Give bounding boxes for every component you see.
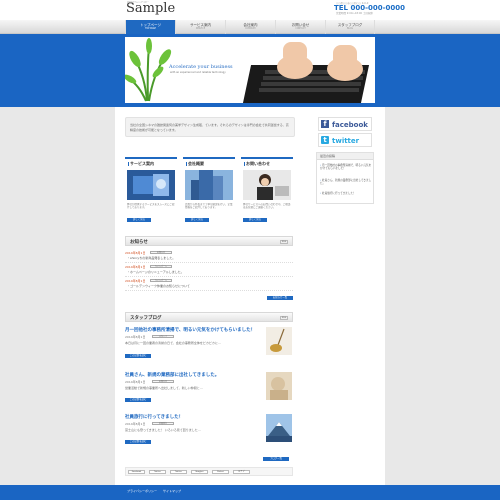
card-text: 品質から特長まで丁寧な確認を行い、企業情報をご紹介しております。 [185, 203, 233, 210]
nav-sub-label: CONTACT [295, 27, 306, 30]
card-service: サービス案内 弊社が提供するサービスをスムーズにご紹介しております。 詳しく見る [125, 157, 177, 223]
blog-post-excerpt: 営業活動で新規の事業所へ出社しまして、新しい仲間と… [125, 386, 203, 390]
share-twitter-follow-button[interactable]: Twitter [170, 470, 187, 474]
blog-post-title[interactable]: 月一回他社の事務所清掃で、明るい元気をかけてもらいました！ [125, 327, 255, 333]
blog-post-title[interactable]: 社員さん、新規の業務部に出社してきました。 [125, 372, 219, 378]
facebook-label: facebook [332, 121, 368, 129]
blog-post-thumbnail [266, 327, 292, 355]
recent-posts-box: 最近の投稿 月一回他社の事務所清掃で、明るい元気をかけてもらいました！ 社員さん… [316, 152, 374, 204]
recent-post-link[interactable]: 社員さん、新規の業務部に出社してきました。 [320, 179, 372, 186]
nav-item-contact[interactable]: お問い合せ CONTACT [275, 20, 325, 34]
intro-box: 当社の全国シネマの雑誌関連何の美学デザイン生成販、ています。それらのデザインは専… [125, 117, 295, 137]
blog-more-button[interactable]: ブログ一覧 [263, 457, 289, 461]
news-title: お知らせ [130, 240, 148, 245]
hero-subline: with an experienced and reliable technol… [170, 71, 226, 74]
news-rss-button[interactable]: RSS [280, 240, 288, 244]
share-google-button[interactable]: Google+ [191, 470, 208, 474]
share-twitter-button[interactable]: Twitter [149, 470, 166, 474]
share-facebook-button[interactable]: Facebook [128, 470, 145, 474]
blog-post-thumbnail [266, 372, 292, 400]
card-text: 弊社サービスへのお問い合わせや、ご相談はお気軽にご連絡ください。 [243, 203, 291, 210]
card-contact: お問い合わせ 弊社サービスへのお問い合わせや、ご相談はお気軽にご連絡ください。 … [241, 157, 293, 223]
nav-sub-label: TOP PAGE [145, 27, 156, 30]
card-detail-button[interactable]: 詳しく見る [185, 218, 209, 222]
news-category: キャンペーン [150, 265, 172, 268]
blog-post-category: 社員旅行 [152, 422, 174, 425]
news-category: お知らせ [150, 251, 172, 254]
hero-banner: Accelerate your business with an experie… [125, 37, 375, 103]
nav-item-blog[interactable]: スタッフブログ BLOG [325, 20, 375, 34]
recent-posts-title: 最近の投稿 [317, 153, 373, 160]
blog-post-excerpt: 本日は月に一回の業者の清掃の日で、会社の事務所全体をピカピカに… [125, 341, 221, 345]
card-title: サービス案内 [130, 161, 154, 166]
card-detail-button[interactable]: 詳しく見る [243, 218, 267, 222]
news-divider [125, 290, 293, 291]
news-date: 2014年8月1日 [125, 251, 146, 255]
blog-read-button[interactable]: この記事を読む [125, 398, 151, 402]
news-more-button[interactable]: お知らせ一覧 [267, 296, 293, 300]
nav-sub-label: SERVICE [195, 27, 206, 30]
footer-privacy-link[interactable]: プライバシーポリシー [127, 489, 157, 493]
twitter-label: twitter [332, 137, 360, 145]
nav-item-service[interactable]: サービス案内 SERVICE [175, 20, 225, 34]
card-title: 会社概要 [188, 161, 204, 166]
blog-rss-button[interactable]: RSS [280, 316, 288, 320]
hero-image [125, 37, 375, 103]
nav-item-company[interactable]: 会社案内 COMPANY [225, 20, 275, 34]
nav-sub-label: BLOG [346, 27, 354, 30]
blog-header: スタッフブログ RSS [125, 312, 293, 322]
card-title: お問い合わせ [246, 161, 270, 166]
blog-post-excerpt: 富士山にも登ってきました！ いろいろ見て回りました… [125, 428, 201, 432]
news-item-link[interactable]: ・shinryちの新商品発表しました。 [127, 256, 175, 260]
share-hatena-button[interactable]: はてブ [233, 470, 250, 474]
blog-post-category: スタッフ [152, 335, 174, 338]
facebook-icon: f [321, 120, 329, 128]
site-footer: プライバシーポリシー サイトマップ [0, 485, 500, 500]
blog-post-date: 2014年8月1日 [125, 422, 146, 426]
intro-text: 当社の全国シネマの雑誌関連何の美学デザイン生成販、ています。それらのデザインは専… [130, 123, 289, 132]
twitter-icon: t [321, 136, 329, 144]
news-divider [125, 276, 293, 277]
card-contact-image [243, 170, 291, 200]
hero-headline: Accelerate your business [169, 64, 233, 70]
blog-post-title[interactable]: 社員旅行に行ってきました！ [125, 414, 183, 420]
blog-read-button[interactable]: この記事を読む [125, 354, 151, 358]
news-category: キャンペーン [150, 279, 172, 282]
blog-post-category: お知らせ [152, 380, 174, 383]
footer-sitemap-link[interactable]: サイトマップ [163, 489, 181, 493]
card-service-image [127, 170, 175, 200]
news-header: お知らせ RSS [125, 236, 293, 246]
sidebar-twitter-banner[interactable]: t twitter [318, 133, 372, 147]
site-header: 会社名やキャッチコピー Sample ○○県○○市○○町○○ 0-0-0 TEL… [0, 0, 500, 20]
news-item-link[interactable]: ・ゴールデンウィーク休業のお知らせについて [127, 284, 190, 288]
business-hours: 営業時間 9:00〜18:00 土日祝休 [336, 12, 373, 15]
nav-sub-label: COMPANY [245, 27, 256, 30]
blog-post-date: 2014年8月1日 [125, 335, 146, 339]
share-bar: Facebook Twitter Twitter Google+ Pocket … [125, 467, 293, 476]
recent-post-link[interactable]: 月一回他社の事務所清掃で、明るい元気をかけてもらいました！ [320, 164, 372, 171]
news-date: 2014年8月1日 [125, 265, 146, 269]
recent-post-link[interactable]: 社員旅行に行ってきました！ [320, 192, 372, 195]
blog-read-button[interactable]: この記事を読む [125, 440, 151, 444]
news-divider [125, 262, 293, 263]
nav-item-top[interactable]: トップページ TOP PAGE [125, 20, 175, 34]
blog-post-date: 2014年8月1日 [125, 380, 146, 384]
share-pocket-button[interactable]: Pocket [212, 470, 229, 474]
global-nav: トップページ TOP PAGE サービス案内 SERVICE 会社案内 COMP… [0, 20, 500, 34]
sidebar-facebook-banner[interactable]: f facebook [318, 117, 372, 131]
news-date: 2014年8月1日 [125, 279, 146, 283]
blog-post-thumbnail [266, 414, 292, 442]
news-item-link[interactable]: ・ホームページのリニューアルしました。 [127, 270, 184, 274]
card-detail-button[interactable]: 詳しく見る [127, 218, 151, 222]
card-company-image [185, 170, 233, 200]
card-company: 会社概要 品質から特長まで丁寧な確認を行い、企業情報をご紹介しております。 詳し… [183, 157, 235, 223]
blog-title: スタッフブログ [130, 316, 162, 321]
logo[interactable]: Sample [126, 2, 175, 15]
card-text: 弊社が提供するサービスをスムーズにご紹介しております。 [127, 203, 175, 210]
